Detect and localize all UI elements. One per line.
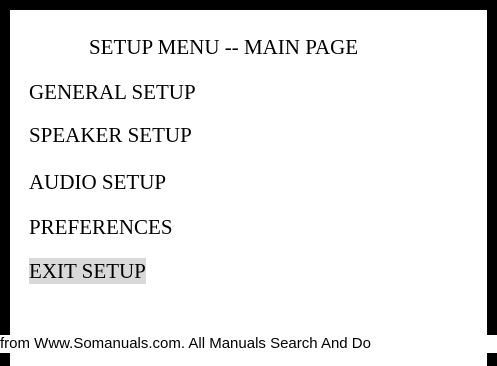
menu-item-preferences[interactable]: PREFERENCES — [29, 214, 173, 240]
screen-border-top — [0, 0, 497, 10]
footer-watermark: from Www.Somanuals.com. All Manuals Sear… — [0, 335, 497, 353]
menu-item-general-setup[interactable]: GENERAL SETUP — [29, 79, 196, 105]
menu-title: SETUP MENU -- MAIN PAGE — [89, 35, 359, 59]
footer-watermark-text: from Www.Somanuals.com. All Manuals Sear… — [0, 335, 371, 352]
screen-border-left — [0, 0, 10, 366]
setup-menu-screen: SETUP MENU -- MAIN PAGE GENERAL SETUP SP… — [0, 0, 497, 366]
menu-item-speaker-setup[interactable]: SPEAKER SETUP — [29, 122, 192, 148]
menu-item-audio-setup[interactable]: AUDIO SETUP — [29, 169, 166, 195]
menu-item-exit-setup[interactable]: EXIT SETUP — [29, 258, 146, 284]
screen-border-right — [487, 0, 497, 366]
